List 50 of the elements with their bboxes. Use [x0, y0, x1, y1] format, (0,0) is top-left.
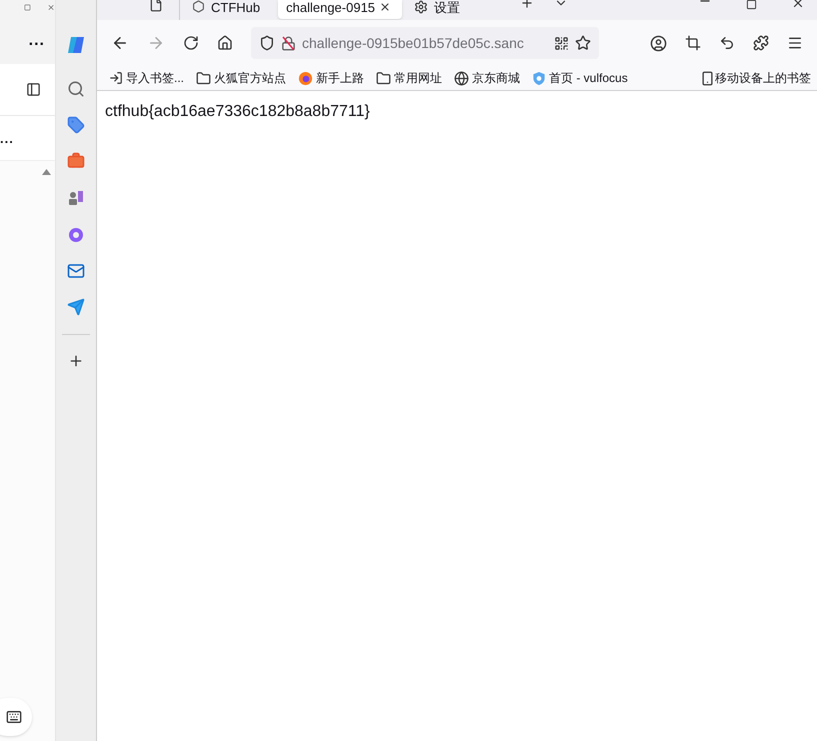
send-icon[interactable] [67, 298, 85, 316]
assistant-logo-icon[interactable] [65, 34, 87, 56]
shield-icon[interactable] [259, 35, 275, 51]
reply-icon[interactable] [719, 35, 735, 51]
add-icon[interactable] [68, 353, 84, 369]
close-icon[interactable] [791, 0, 805, 10]
reload-icon[interactable] [183, 35, 199, 51]
scroll-up-icon[interactable] [42, 169, 51, 175]
close-tab-icon[interactable] [379, 1, 392, 13]
qr-code-icon[interactable] [554, 36, 569, 50]
menu-icon[interactable] [787, 35, 803, 51]
more-menu[interactable]: ... [28, 33, 45, 49]
panel-toggle-icon[interactable] [26, 82, 41, 97]
keyboard-icon [6, 709, 22, 725]
import-icon [109, 71, 123, 85]
shield-icon [532, 70, 546, 86]
new-tab-icon[interactable] [520, 0, 534, 10]
tag-icon[interactable] [67, 116, 85, 134]
page-text: ctfhub{acb16ae7336c182b8a8b7711} [105, 102, 371, 122]
home-icon[interactable] [217, 35, 233, 51]
browser-tab[interactable]: 设置 [402, 0, 472, 19]
browser-tab[interactable]: CTFHub [180, 0, 272, 19]
mail-icon[interactable] [67, 262, 85, 280]
mobile-bookmarks[interactable]: 移动设备上的书签 [700, 69, 811, 87]
browser-logo-icon [298, 70, 314, 86]
bookmark-item[interactable]: 常用网址 [376, 69, 442, 87]
browser-tab[interactable]: challenge-0915 [278, 0, 402, 19]
extensions-icon[interactable] [753, 35, 769, 51]
settings-icon [414, 0, 428, 14]
folder-icon [196, 70, 212, 86]
folder-icon [376, 70, 392, 86]
crop-icon[interactable] [685, 35, 701, 51]
search-icon[interactable] [67, 80, 85, 98]
phone-icon [700, 70, 715, 86]
account-icon[interactable] [650, 34, 667, 52]
bookmark-item[interactable]: 京东商城 [454, 69, 520, 87]
insecure-lock-icon[interactable] [281, 36, 296, 50]
bookmark-item[interactable]: 火狐官方站点 [196, 69, 286, 87]
bookmark-item[interactable]: 新手上路 [298, 69, 364, 87]
maximize-icon[interactable] [746, 0, 757, 10]
url-text: challenge-0915be01b57de05c.sanc [302, 34, 525, 53]
bookmark-item[interactable]: 导入书签... [109, 69, 184, 87]
toolbox-icon[interactable] [67, 152, 85, 170]
item-more-menu[interactable]: ... [0, 132, 14, 144]
address-bar[interactable]: challenge-0915be01b57de05c.sanc [251, 27, 599, 59]
tab-list-icon[interactable] [149, 0, 163, 12]
star-icon[interactable] [575, 35, 591, 51]
bookmark-item[interactable]: 首页 - vulfocus [532, 69, 628, 87]
globe-icon [454, 70, 470, 86]
back-icon[interactable] [111, 34, 129, 52]
